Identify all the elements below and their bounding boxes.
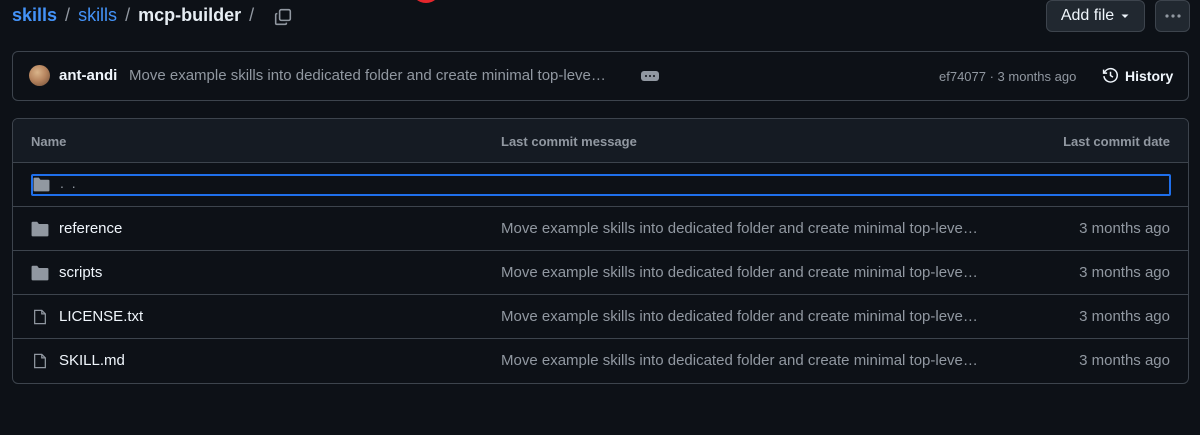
commit-sha-time[interactable]: ef74077 · 3 months ago — [939, 69, 1076, 84]
commit-author-link[interactable]: ant-andi — [59, 67, 117, 84]
table-header: Name Last commit message Last commit dat… — [13, 119, 1188, 163]
row-commit-message-link[interactable]: Move example skills into dedicated folde… — [501, 264, 978, 281]
file-icon — [34, 309, 46, 325]
folder-icon — [31, 265, 49, 281]
parent-directory-row[interactable]: . . — [13, 163, 1188, 207]
red-marker — [411, 0, 441, 3]
row-commit-date: 3 months ago — [1079, 264, 1170, 281]
avatar[interactable] — [29, 65, 50, 86]
table-row[interactable]: SKILL.md Move example skills into dedica… — [13, 339, 1188, 383]
row-commit-date: 3 months ago — [1079, 352, 1170, 369]
top-bar: skills / skills / mcp-builder / Add file — [0, 0, 1200, 40]
file-icon — [34, 353, 46, 369]
add-file-label: Add file — [1060, 7, 1115, 24]
breadcrumb-link-repo-owner[interactable]: skills — [12, 5, 57, 26]
table-row[interactable]: LICENSE.txt Move example skills into ded… — [13, 295, 1188, 339]
breadcrumb-separator: / — [249, 5, 255, 25]
row-commit-date: 3 months ago — [1079, 308, 1170, 325]
more-options-button[interactable] — [1155, 0, 1190, 32]
breadcrumb: skills / skills / mcp-builder / — [12, 5, 262, 26]
add-file-button[interactable]: Add file — [1046, 0, 1145, 32]
row-name-link[interactable]: LICENSE.txt — [59, 308, 143, 325]
table-row[interactable]: reference Move example skills into dedic… — [13, 207, 1188, 251]
history-icon — [1102, 67, 1118, 83]
history-label: History — [1125, 67, 1174, 84]
table-row[interactable]: scripts Move example skills into dedicat… — [13, 251, 1188, 295]
row-name-link[interactable]: scripts — [59, 264, 102, 281]
folder-icon — [33, 177, 50, 192]
column-header-date: Last commit date — [1063, 134, 1170, 149]
parent-directory-label: . . — [60, 175, 78, 191]
expand-commit-message-button[interactable] — [641, 71, 659, 81]
folder-icon — [31, 221, 49, 237]
latest-commit-bar: ant-andi Move example skills into dedica… — [12, 51, 1189, 101]
row-commit-date: 3 months ago — [1079, 220, 1170, 237]
focus-ring — [31, 174, 1171, 196]
column-header-name: Name — [31, 134, 67, 149]
breadcrumb-current: mcp-builder — [138, 5, 242, 25]
breadcrumb-link-repo[interactable]: skills — [78, 5, 117, 26]
row-commit-message-link[interactable]: Move example skills into dedicated folde… — [501, 352, 978, 369]
row-name-link[interactable]: SKILL.md — [59, 352, 125, 369]
row-commit-message-link[interactable]: Move example skills into dedicated folde… — [501, 220, 978, 237]
breadcrumb-separator: / — [125, 5, 131, 25]
column-header-message: Last commit message — [501, 134, 637, 149]
row-name-link[interactable]: reference — [59, 220, 122, 237]
copy-path-button[interactable] — [272, 6, 294, 28]
kebab-icon — [1164, 14, 1181, 18]
file-table: Name Last commit message Last commit dat… — [12, 118, 1189, 384]
copy-icon — [274, 8, 292, 26]
breadcrumb-separator: / — [65, 5, 71, 25]
caret-down-icon — [1121, 14, 1129, 18]
commit-message-link[interactable]: Move example skills into dedicated folde… — [129, 67, 606, 84]
history-link[interactable]: History — [1102, 67, 1173, 84]
row-commit-message-link[interactable]: Move example skills into dedicated folde… — [501, 308, 978, 325]
